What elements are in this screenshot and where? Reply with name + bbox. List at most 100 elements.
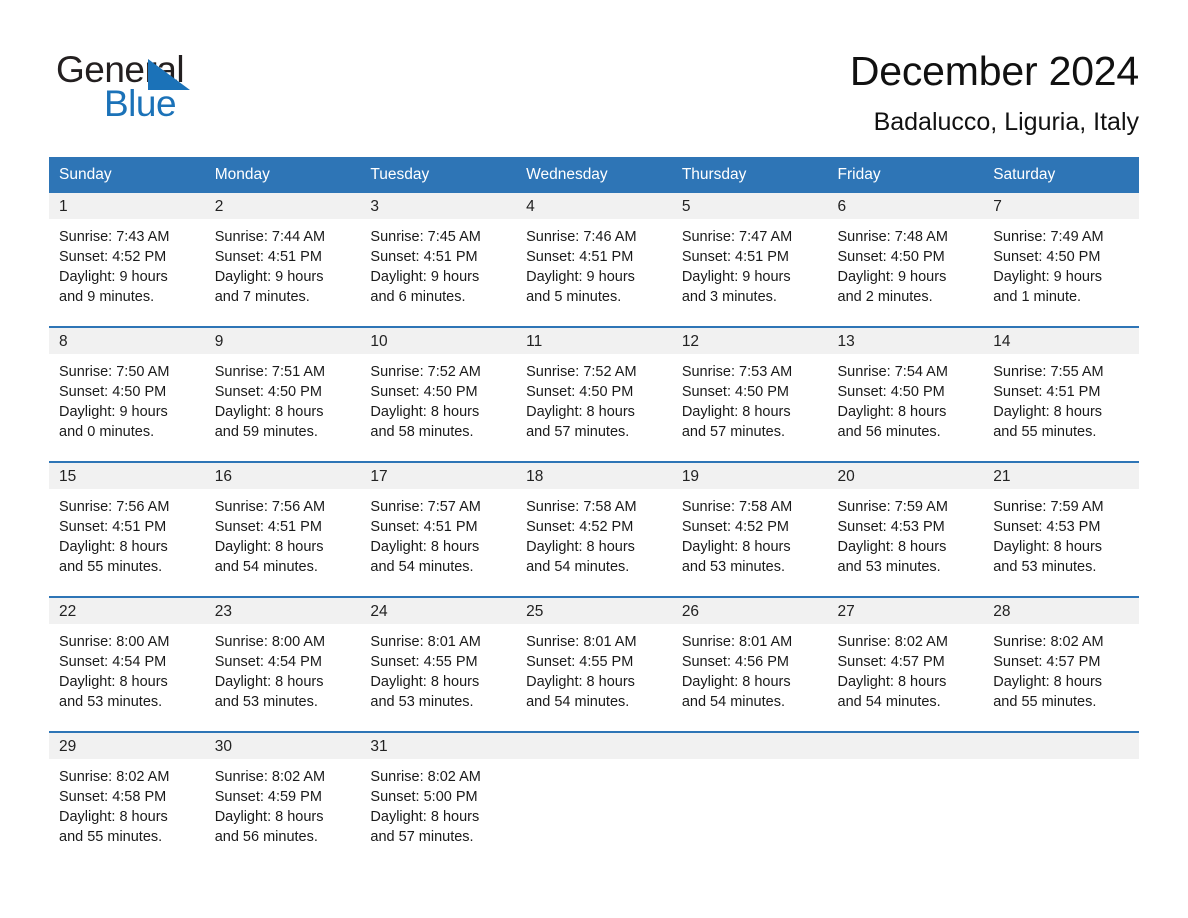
day-cell[interactable]: 26 Sunrise: 8:01 AM Sunset: 4:56 PM Dayl… bbox=[671, 598, 828, 731]
day-cell[interactable]: 4 Sunrise: 7:46 AM Sunset: 4:51 PM Dayli… bbox=[516, 193, 672, 326]
day-details: Sunrise: 7:51 AM Sunset: 4:50 PM Dayligh… bbox=[205, 354, 361, 442]
day-number bbox=[671, 733, 828, 759]
daylight-text-line1: Daylight: 8 hours bbox=[993, 404, 1103, 420]
day-cell[interactable]: 19 Sunrise: 7:58 AM Sunset: 4:52 PM Dayl… bbox=[671, 463, 828, 596]
day-number: 24 bbox=[360, 598, 517, 624]
day-cell[interactable]: 25 Sunrise: 8:01 AM Sunset: 4:55 PM Dayl… bbox=[516, 598, 672, 731]
day-cell[interactable]: 28 Sunrise: 8:02 AM Sunset: 4:57 PM Dayl… bbox=[983, 598, 1139, 731]
day-details: Sunrise: 7:52 AM Sunset: 4:50 PM Dayligh… bbox=[516, 354, 672, 442]
calendar-page: General Blue December 2024 Badalucco, Li… bbox=[0, 0, 1188, 918]
sunrise-text: Sunrise: 8:02 AM bbox=[993, 634, 1104, 650]
sunrise-text: Sunrise: 7:52 AM bbox=[370, 364, 481, 380]
day-number bbox=[983, 733, 1139, 759]
weekday-header-saturday: Saturday bbox=[993, 166, 1056, 183]
sunset-text: Sunset: 4:51 PM bbox=[370, 519, 478, 535]
sunrise-text: Sunrise: 7:59 AM bbox=[993, 499, 1104, 515]
day-details: Sunrise: 8:01 AM Sunset: 4:55 PM Dayligh… bbox=[360, 624, 516, 712]
daylight-text-line1: Daylight: 8 hours bbox=[214, 539, 324, 555]
day-number: 20 bbox=[827, 463, 984, 489]
daylight-text-line2: and 7 minutes. bbox=[214, 289, 310, 305]
daylight-text-line2: and 3 minutes. bbox=[681, 289, 777, 305]
sunrise-text: Sunrise: 8:00 AM bbox=[59, 634, 170, 650]
day-cell[interactable]: 31 Sunrise: 8:02 AM Sunset: 5:00 PM Dayl… bbox=[360, 733, 517, 866]
day-cell[interactable]: 14 Sunrise: 7:55 AM Sunset: 4:51 PM Dayl… bbox=[983, 328, 1139, 461]
day-cell[interactable]: 16 Sunrise: 7:56 AM Sunset: 4:51 PM Dayl… bbox=[204, 463, 361, 596]
day-number: 21 bbox=[983, 463, 1139, 489]
sunrise-text: Sunrise: 7:45 AM bbox=[370, 229, 481, 245]
day-cell[interactable]: 27 Sunrise: 8:02 AM Sunset: 4:57 PM Dayl… bbox=[827, 598, 984, 731]
day-details: Sunrise: 7:55 AM Sunset: 4:51 PM Dayligh… bbox=[983, 354, 1139, 442]
sunset-text: Sunset: 4:57 PM bbox=[993, 654, 1101, 670]
daylight-text-line1: Daylight: 8 hours bbox=[370, 539, 480, 555]
day-cell[interactable]: 2 Sunrise: 7:44 AM Sunset: 4:51 PM Dayli… bbox=[204, 193, 361, 326]
day-cell[interactable]: 8 Sunrise: 7:50 AM Sunset: 4:50 PM Dayli… bbox=[49, 328, 205, 461]
day-number: 17 bbox=[360, 463, 517, 489]
sunset-text: Sunset: 4:51 PM bbox=[993, 384, 1101, 400]
day-number: 26 bbox=[671, 598, 828, 624]
day-details: Sunrise: 7:59 AM Sunset: 4:53 PM Dayligh… bbox=[828, 489, 984, 577]
day-cell[interactable]: 24 Sunrise: 8:01 AM Sunset: 4:55 PM Dayl… bbox=[360, 598, 517, 731]
day-cell[interactable]: 7 Sunrise: 7:49 AM Sunset: 4:50 PM Dayli… bbox=[983, 193, 1139, 326]
sunset-text: Sunset: 4:51 PM bbox=[370, 249, 478, 265]
day-cell[interactable]: 22 Sunrise: 8:00 AM Sunset: 4:54 PM Dayl… bbox=[49, 598, 205, 731]
weekday-header-row: Sunday Monday Tuesday Wednesday Thursday… bbox=[49, 157, 1139, 193]
day-cell[interactable]: 21 Sunrise: 7:59 AM Sunset: 4:53 PM Dayl… bbox=[983, 463, 1139, 596]
sunset-text: Sunset: 4:54 PM bbox=[214, 654, 322, 670]
weekday-header-monday: Monday bbox=[214, 166, 270, 183]
day-number: 25 bbox=[516, 598, 672, 624]
day-cell[interactable]: 20 Sunrise: 7:59 AM Sunset: 4:53 PM Dayl… bbox=[827, 463, 984, 596]
day-cell[interactable]: 6 Sunrise: 7:48 AM Sunset: 4:50 PM Dayli… bbox=[827, 193, 984, 326]
day-number: 9 bbox=[204, 328, 361, 354]
day-details: Sunrise: 8:02 AM Sunset: 4:59 PM Dayligh… bbox=[205, 759, 361, 847]
day-cell[interactable]: 17 Sunrise: 7:57 AM Sunset: 4:51 PM Dayl… bbox=[360, 463, 517, 596]
day-number: 16 bbox=[204, 463, 361, 489]
day-cell[interactable]: 29 Sunrise: 8:02 AM Sunset: 4:58 PM Dayl… bbox=[49, 733, 205, 866]
day-details: Sunrise: 7:48 AM Sunset: 4:50 PM Dayligh… bbox=[828, 219, 984, 307]
title-block: December 2024 Badalucco, Liguria, Italy bbox=[850, 47, 1139, 138]
daylight-text-line1: Daylight: 8 hours bbox=[370, 809, 480, 825]
daylight-text-line2: and 55 minutes. bbox=[993, 424, 1097, 440]
logo-text-blue: Blue bbox=[104, 83, 177, 124]
day-cell[interactable]: 10 Sunrise: 7:52 AM Sunset: 4:50 PM Dayl… bbox=[360, 328, 517, 461]
week-row: 8 Sunrise: 7:50 AM Sunset: 4:50 PM Dayli… bbox=[49, 326, 1139, 461]
day-details: Sunrise: 8:02 AM Sunset: 4:58 PM Dayligh… bbox=[49, 759, 205, 847]
sunset-text: Sunset: 4:53 PM bbox=[993, 519, 1101, 535]
sunrise-text: Sunrise: 8:01 AM bbox=[526, 634, 637, 650]
day-details: Sunrise: 8:01 AM Sunset: 4:56 PM Dayligh… bbox=[672, 624, 828, 712]
day-details: Sunrise: 8:02 AM Sunset: 4:57 PM Dayligh… bbox=[828, 624, 984, 712]
day-cell-empty bbox=[671, 733, 828, 866]
day-cell[interactable]: 1 Sunrise: 7:43 AM Sunset: 4:52 PM Dayli… bbox=[49, 193, 205, 326]
day-cell[interactable]: 9 Sunrise: 7:51 AM Sunset: 4:50 PM Dayli… bbox=[204, 328, 361, 461]
daylight-text-line2: and 57 minutes. bbox=[681, 424, 785, 440]
sunset-text: Sunset: 4:54 PM bbox=[59, 654, 167, 670]
sunset-text: Sunset: 4:53 PM bbox=[837, 519, 945, 535]
daylight-text-line2: and 2 minutes. bbox=[837, 289, 933, 305]
day-cell[interactable]: 15 Sunrise: 7:56 AM Sunset: 4:51 PM Dayl… bbox=[49, 463, 205, 596]
day-details: Sunrise: 7:45 AM Sunset: 4:51 PM Dayligh… bbox=[360, 219, 516, 307]
day-cell[interactable]: 30 Sunrise: 8:02 AM Sunset: 4:59 PM Dayl… bbox=[204, 733, 361, 866]
daylight-text-line2: and 54 minutes. bbox=[681, 694, 785, 710]
daylight-text-line1: Daylight: 8 hours bbox=[837, 404, 947, 420]
sunrise-text: Sunrise: 7:59 AM bbox=[837, 499, 948, 515]
day-number: 11 bbox=[516, 328, 672, 354]
day-cell[interactable]: 23 Sunrise: 8:00 AM Sunset: 4:54 PM Dayl… bbox=[204, 598, 361, 731]
sunset-text: Sunset: 4:52 PM bbox=[681, 519, 790, 535]
day-cell-empty bbox=[827, 733, 984, 866]
daylight-text-line2: and 53 minutes. bbox=[993, 559, 1097, 575]
daylight-text-line1: Daylight: 8 hours bbox=[837, 539, 947, 555]
day-details: Sunrise: 7:56 AM Sunset: 4:51 PM Dayligh… bbox=[49, 489, 205, 577]
sunrise-text: Sunrise: 8:02 AM bbox=[59, 769, 170, 785]
daylight-text-line2: and 53 minutes. bbox=[837, 559, 941, 575]
sunset-text: Sunset: 5:00 PM bbox=[370, 789, 478, 805]
day-number: 5 bbox=[671, 193, 828, 219]
day-cell[interactable]: 3 Sunrise: 7:45 AM Sunset: 4:51 PM Dayli… bbox=[360, 193, 517, 326]
day-cell[interactable]: 18 Sunrise: 7:58 AM Sunset: 4:52 PM Dayl… bbox=[516, 463, 672, 596]
daylight-text-line1: Daylight: 8 hours bbox=[214, 809, 324, 825]
day-cell[interactable]: 12 Sunrise: 7:53 AM Sunset: 4:50 PM Dayl… bbox=[671, 328, 828, 461]
day-cell[interactable]: 5 Sunrise: 7:47 AM Sunset: 4:51 PM Dayli… bbox=[671, 193, 828, 326]
sunrise-text: Sunrise: 7:51 AM bbox=[214, 364, 326, 380]
week-row: 1 Sunrise: 7:43 AM Sunset: 4:52 PM Dayli… bbox=[49, 193, 1139, 326]
day-number: 29 bbox=[49, 733, 205, 759]
day-cell[interactable]: 13 Sunrise: 7:54 AM Sunset: 4:50 PM Dayl… bbox=[827, 328, 984, 461]
day-cell[interactable]: 11 Sunrise: 7:52 AM Sunset: 4:50 PM Dayl… bbox=[516, 328, 672, 461]
